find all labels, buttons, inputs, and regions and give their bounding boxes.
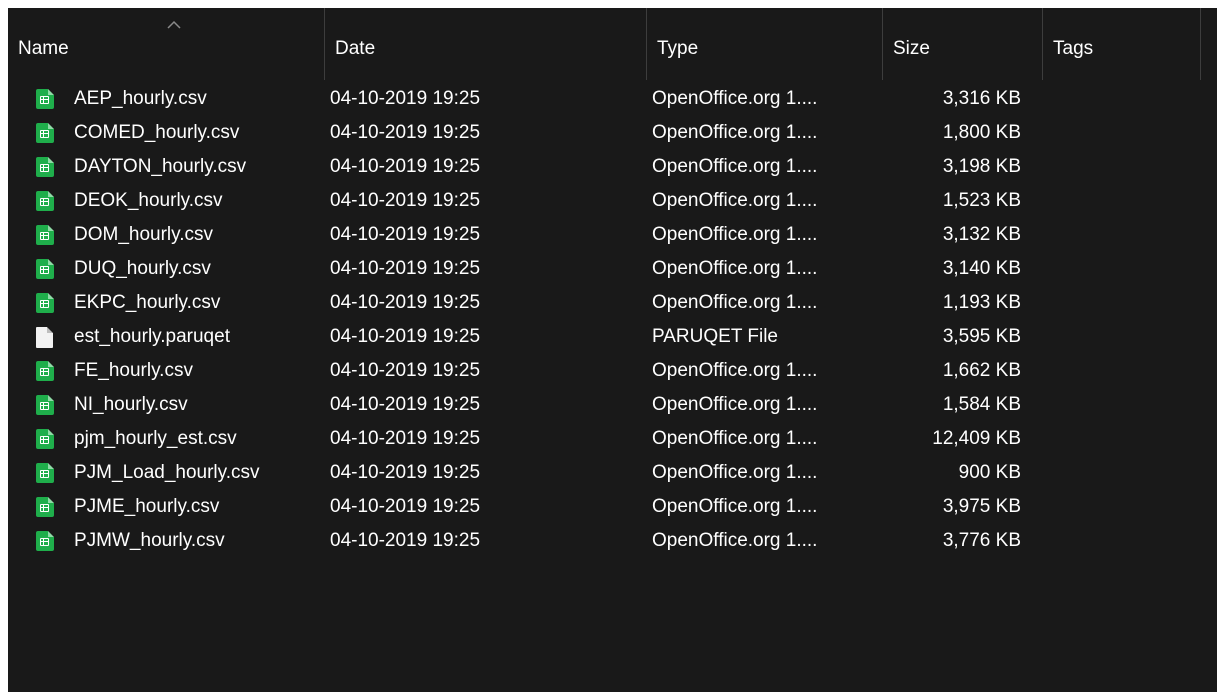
file-type: OpenOffice.org 1.... (652, 122, 818, 143)
file-size: 900 KB (958, 462, 1021, 483)
spreadsheet-file-icon (36, 89, 56, 109)
spreadsheet-file-icon (36, 497, 56, 517)
spreadsheet-file-icon (36, 429, 56, 449)
file-size: 1,523 KB (942, 190, 1021, 211)
file-size: 3,316 KB (942, 88, 1021, 109)
file-date: 04-10-2019 19:25 (330, 156, 481, 177)
column-header-size[interactable]: Size (883, 8, 1043, 80)
file-date: 04-10-2019 19:25 (330, 530, 481, 551)
spreadsheet-file-icon (36, 463, 56, 483)
file-date: 04-10-2019 19:25 (330, 88, 481, 109)
file-list-pane: Name Date Type Size Tags AEP_hourly.csv 0… (8, 8, 1217, 692)
file-date: 04-10-2019 19:25 (330, 326, 481, 347)
column-header-row: Name Date Type Size Tags (8, 8, 1217, 80)
file-type: OpenOffice.org 1.... (652, 462, 818, 483)
file-row[interactable]: FE_hourly.csv 04-10-2019 19:25 OpenOffice.… (8, 354, 1217, 388)
spreadsheet-file-icon (36, 531, 56, 551)
file-name: COMED_hourly.csv (74, 122, 240, 143)
file-date: 04-10-2019 19:25 (330, 394, 481, 415)
file-date: 04-10-2019 19:25 (330, 428, 481, 449)
file-row[interactable]: DEOK_hourly.csv 04-10-2019 19:25 OpenOffic… (8, 184, 1217, 218)
spreadsheet-file-icon (36, 293, 56, 313)
column-header-tags-label: Tags (1053, 38, 1094, 59)
column-header-type-label: Type (657, 38, 699, 59)
spreadsheet-file-icon (36, 395, 56, 415)
file-size: 1,193 KB (942, 292, 1021, 313)
file-row[interactable]: PJM_Load_hourly.csv 04-10-2019 19:25 OpenO… (8, 456, 1217, 490)
file-name: DOM_hourly.csv (74, 224, 214, 245)
file-name: FE_hourly.csv (74, 360, 193, 381)
file-row[interactable]: DAYTON_hourly.csv 04-10-2019 19:25 OpenOff… (8, 150, 1217, 184)
spreadsheet-file-icon (36, 259, 56, 279)
file-row[interactable]: NI_hourly.csv 04-10-2019 19:25 OpenOffice.… (8, 388, 1217, 422)
file-type: OpenOffice.org 1.... (652, 360, 818, 381)
file-name: DEOK_hourly.csv (74, 190, 223, 211)
file-name: PJM_Load_hourly.csv (74, 462, 260, 483)
column-header-name[interactable]: Name (8, 8, 325, 80)
file-date: 04-10-2019 19:25 (330, 224, 481, 245)
file-name: NI_hourly.csv (74, 394, 188, 415)
file-name: PJME_hourly.csv (74, 496, 220, 517)
file-size: 3,132 KB (942, 224, 1021, 245)
file-type: OpenOffice.org 1.... (652, 292, 818, 313)
file-name: pjm_hourly_est.csv (74, 428, 237, 449)
file-size: 3,776 KB (942, 530, 1021, 551)
file-row[interactable]: AEP_hourly.csv 04-10-2019 19:25 OpenOffice… (8, 82, 1217, 116)
file-name: AEP_hourly.csv (74, 88, 207, 109)
file-row[interactable]: PJME_hourly.csv 04-10-2019 19:25 OpenOffic… (8, 490, 1217, 524)
file-date: 04-10-2019 19:25 (330, 292, 481, 313)
file-date: 04-10-2019 19:25 (330, 360, 481, 381)
file-size: 1,800 KB (942, 122, 1021, 143)
file-type: OpenOffice.org 1.... (652, 224, 818, 245)
column-header-size-label: Size (893, 38, 930, 59)
file-date: 04-10-2019 19:25 (330, 190, 481, 211)
file-name: EKPC_hourly.csv (74, 292, 221, 313)
column-header-tags[interactable]: Tags (1043, 8, 1201, 80)
spreadsheet-file-icon (36, 157, 56, 177)
file-size: 3,595 KB (942, 326, 1021, 347)
file-type: OpenOffice.org 1.... (652, 428, 818, 449)
file-name: est_hourly.paruqet (74, 326, 230, 347)
file-size: 3,198 KB (942, 156, 1021, 177)
spreadsheet-file-icon (36, 191, 56, 211)
chevron-up-icon (167, 20, 181, 29)
spreadsheet-file-icon (36, 123, 56, 143)
file-name: DAYTON_hourly.csv (74, 156, 247, 177)
file-date: 04-10-2019 19:25 (330, 122, 481, 143)
file-row[interactable]: DOM_hourly.csv 04-10-2019 19:25 OpenOffice… (8, 218, 1217, 252)
file-size: 3,975 KB (942, 496, 1021, 517)
file-size: 12,409 KB (932, 428, 1021, 449)
column-header-date[interactable]: Date (325, 8, 647, 80)
file-type: OpenOffice.org 1.... (652, 258, 818, 279)
blank-file-icon (36, 327, 56, 348)
file-date: 04-10-2019 19:25 (330, 496, 481, 517)
file-row[interactable]: COMED_hourly.csv 04-10-2019 19:25 OpenOffi… (8, 116, 1217, 150)
file-type: OpenOffice.org 1.... (652, 394, 818, 415)
file-size: 3,140 KB (942, 258, 1021, 279)
file-row[interactable]: PJMW_hourly.csv 04-10-2019 19:25 OpenOffic… (8, 524, 1217, 558)
file-type: OpenOffice.org 1.... (652, 496, 818, 517)
file-type: OpenOffice.org 1.... (652, 530, 818, 551)
file-date: 04-10-2019 19:25 (330, 462, 481, 483)
file-row[interactable]: est_hourly.paruqet 04-10-2019 19:25 PARUQE… (8, 320, 1217, 354)
file-name: DUQ_hourly.csv (74, 258, 211, 279)
file-name: PJMW_hourly.csv (74, 530, 225, 551)
file-type: OpenOffice.org 1.... (652, 190, 818, 211)
column-header-type[interactable]: Type (647, 8, 883, 80)
column-header-date-label: Date (335, 38, 376, 59)
spreadsheet-file-icon (36, 225, 56, 245)
file-type: PARUQET File (652, 326, 778, 347)
column-header-name-label: Name (18, 38, 69, 59)
file-row[interactable]: pjm_hourly_est.csv 04-10-2019 19:25 OpenOf… (8, 422, 1217, 456)
file-date: 04-10-2019 19:25 (330, 258, 481, 279)
file-size: 1,662 KB (942, 360, 1021, 381)
file-type: OpenOffice.org 1.... (652, 88, 818, 109)
file-type: OpenOffice.org 1.... (652, 156, 818, 177)
file-size: 1,584 KB (942, 394, 1021, 415)
spreadsheet-file-icon (36, 361, 56, 381)
file-row[interactable]: EKPC_hourly.csv 04-10-2019 19:25 OpenOffic… (8, 286, 1217, 320)
file-row[interactable]: DUQ_hourly.csv 04-10-2019 19:25 OpenOffice… (8, 252, 1217, 286)
